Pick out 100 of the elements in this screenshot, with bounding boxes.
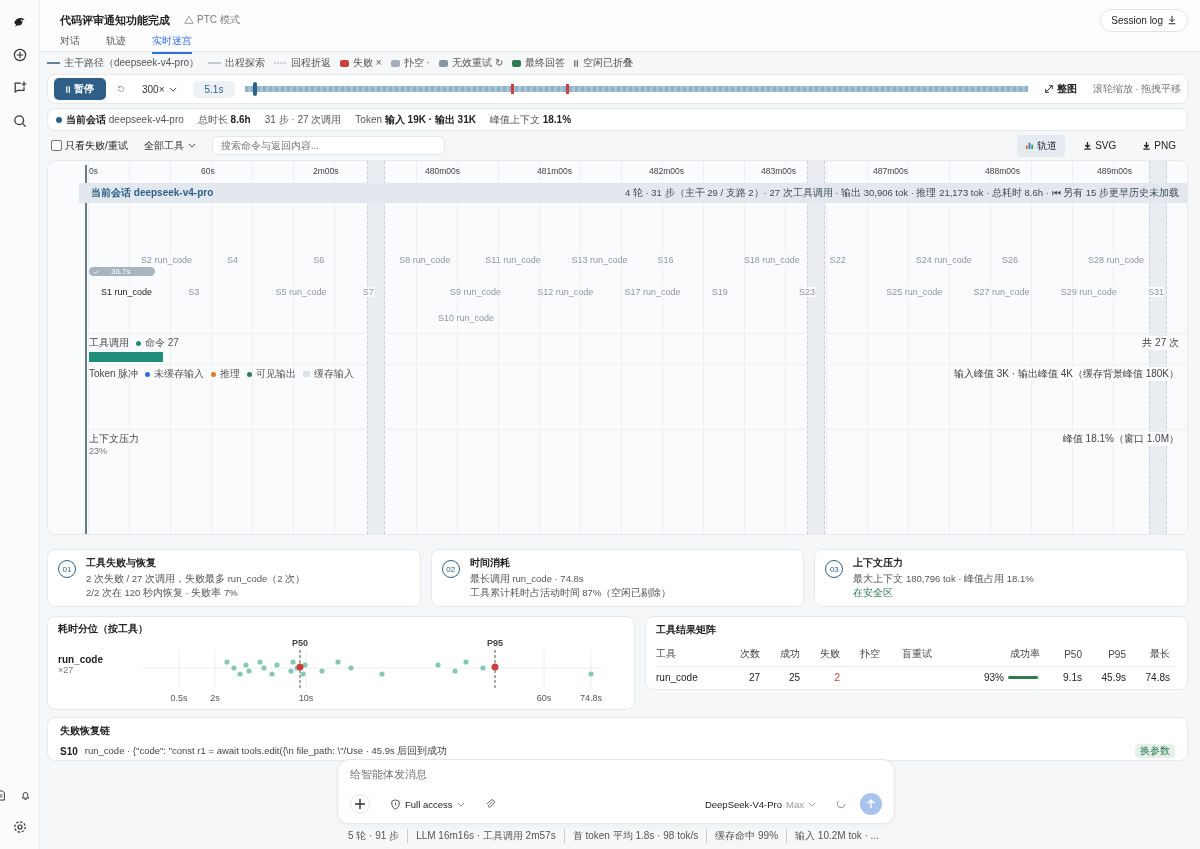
card-text: 在安全区 [853, 587, 895, 600]
lane-title: 工具调用 [89, 336, 129, 350]
step-label[interactable]: S19 [711, 287, 728, 297]
tool-count: ×27 [58, 665, 75, 675]
column-header: P50 [1063, 648, 1082, 660]
fit-view-button[interactable]: 整图 [1037, 81, 1083, 97]
usage-stat: 缓存命中 99% [706, 829, 787, 843]
legend-label: 可见输出 [256, 367, 297, 381]
plus-icon [354, 798, 366, 810]
axis-label: 482m00s [649, 166, 684, 176]
step-label[interactable]: S28 run_code [1088, 255, 1145, 265]
axis-label: 488m00s [985, 166, 1020, 176]
step-label[interactable]: S31 [1148, 287, 1164, 297]
view-button[interactable]: PNG [1134, 136, 1184, 155]
step-label[interactable]: S24 run_code [915, 255, 972, 265]
search-field[interactable]: 搜索命令与返回内容... [211, 136, 445, 155]
download-icon [1083, 141, 1093, 150]
checkbox[interactable] [51, 140, 62, 151]
view-button[interactable]: SVG [1075, 136, 1125, 155]
step-label[interactable]: S10 run_code [438, 313, 495, 323]
step-label[interactable]: S3 [188, 287, 200, 297]
step-label[interactable]: S6 [313, 255, 325, 265]
step-label[interactable]: S1 run_code [101, 287, 153, 297]
axis-label: 2s [210, 693, 220, 703]
step-label[interactable]: S26 [1001, 255, 1018, 265]
step-label[interactable]: S13 run_code [571, 255, 628, 265]
step-label[interactable]: S7 [362, 287, 374, 297]
axis-label: 487m00s [873, 166, 908, 176]
paperclip-icon[interactable] [484, 798, 496, 810]
settings-icon[interactable] [11, 819, 28, 835]
step-label[interactable]: S8 run_code [399, 255, 451, 265]
step-label[interactable]: S17 run_code [624, 287, 681, 297]
triangle-icon [184, 15, 194, 25]
step-label[interactable]: S27 run_code [973, 287, 1030, 297]
axis-label: 74.8s [580, 693, 602, 703]
stat-text: Token 输入 19K · 输出 31K [355, 112, 476, 127]
arrow-up-icon [865, 798, 877, 810]
step-label[interactable]: S23 [799, 287, 815, 297]
card-text: 最大上下文 180,796 tok · 峰值占用 18.1% [853, 573, 1034, 586]
card-text: 工具累计耗时占活动时间 87%（空闲已剔除） [469, 587, 672, 600]
view-button[interactable]: 轨道 [1017, 134, 1066, 157]
axis-label: 481m00s [537, 166, 572, 176]
bar-chart-icon [1025, 141, 1035, 150]
step-label[interactable]: S18 run_code [743, 255, 800, 265]
bell-icon[interactable] [18, 789, 32, 802]
caret-icon [187, 143, 196, 148]
step-label[interactable]: S29 run_code [1060, 287, 1117, 297]
tab[interactable]: 对话 [60, 32, 80, 54]
column-header: 成功 [779, 647, 800, 661]
step-label[interactable]: S25 run_code [886, 287, 943, 297]
axis-label: 480m00s [425, 166, 460, 176]
table-cell-text: 25 [787, 672, 800, 683]
lane-title: Token 脉冲 [89, 367, 139, 381]
playhead-line[interactable] [85, 165, 87, 534]
add-button[interactable] [350, 794, 370, 814]
step-label[interactable]: S11 run_code [485, 255, 541, 265]
legend-label: 缓存输入 [314, 367, 355, 381]
usage-stat: LLM 16m16s · 工具调用 2m57s [407, 829, 564, 843]
table-cell-text: 9.1s [1062, 672, 1082, 683]
access-dropdown[interactable]: Full access [384, 797, 471, 811]
axis-label: 2m00s [313, 166, 339, 176]
pause-button[interactable]: 暂停 [54, 78, 106, 100]
axis-label: 60s [201, 166, 215, 176]
tab[interactable]: 实时迷宫 [152, 32, 192, 54]
table-cell: 93% [984, 672, 1004, 683]
column-header: P95 [1107, 648, 1126, 660]
model-dropdown[interactable]: DeepSeek-V4-Pro Max [698, 797, 822, 811]
tab[interactable]: 轨迹 [106, 32, 126, 54]
zoom-hint: 滚轮缩放 · 拖拽平移 [1092, 82, 1181, 96]
checkbox-label: 只看失败/重试 [65, 138, 128, 153]
step-label[interactable]: S12 run_code [537, 287, 594, 297]
step-label[interactable]: S5 run_code [275, 287, 327, 297]
legend-label: 出程探索 [225, 56, 266, 70]
step-label[interactable]: S2 run_code [141, 255, 193, 265]
card-text: 2 次失败 / 27 次调用，失败最多 run_code（2 次） [86, 573, 306, 586]
percentile-label: P95 [487, 638, 503, 648]
step-label[interactable]: S4 [227, 255, 239, 265]
scrubber-thumb[interactable] [253, 82, 258, 96]
usage-stat: 输入 10.2M tok · ... [786, 829, 887, 843]
panel-title: 工具结果矩阵 [656, 623, 717, 637]
lane-value: 23% [89, 446, 108, 456]
tag: 换参数 [1135, 744, 1175, 758]
new-chat-icon[interactable] [11, 47, 28, 63]
step-label[interactable]: S9 run_code [450, 287, 502, 297]
session-log-button[interactable]: Session log [1100, 8, 1188, 32]
duration-pill: 36.7s [89, 267, 155, 276]
legend-label: 最终回答 [524, 56, 565, 70]
download-icon [1142, 141, 1152, 150]
speed-dropdown[interactable]: 300× [136, 82, 183, 96]
search-icon[interactable] [11, 113, 28, 129]
step-label[interactable]: S22 [829, 255, 846, 265]
axis-label: 0.5s [170, 693, 188, 703]
caret-icon [808, 801, 816, 807]
tool-dropdown[interactable]: 全部工具 [137, 137, 202, 154]
step-label[interactable]: S16 [657, 255, 674, 265]
legend-label: 未缓存输入 [154, 367, 205, 381]
step-label: S10 [60, 745, 78, 757]
line-swatch-icon [274, 61, 288, 65]
line-swatch-icon [208, 61, 222, 65]
check-icon [93, 268, 99, 275]
